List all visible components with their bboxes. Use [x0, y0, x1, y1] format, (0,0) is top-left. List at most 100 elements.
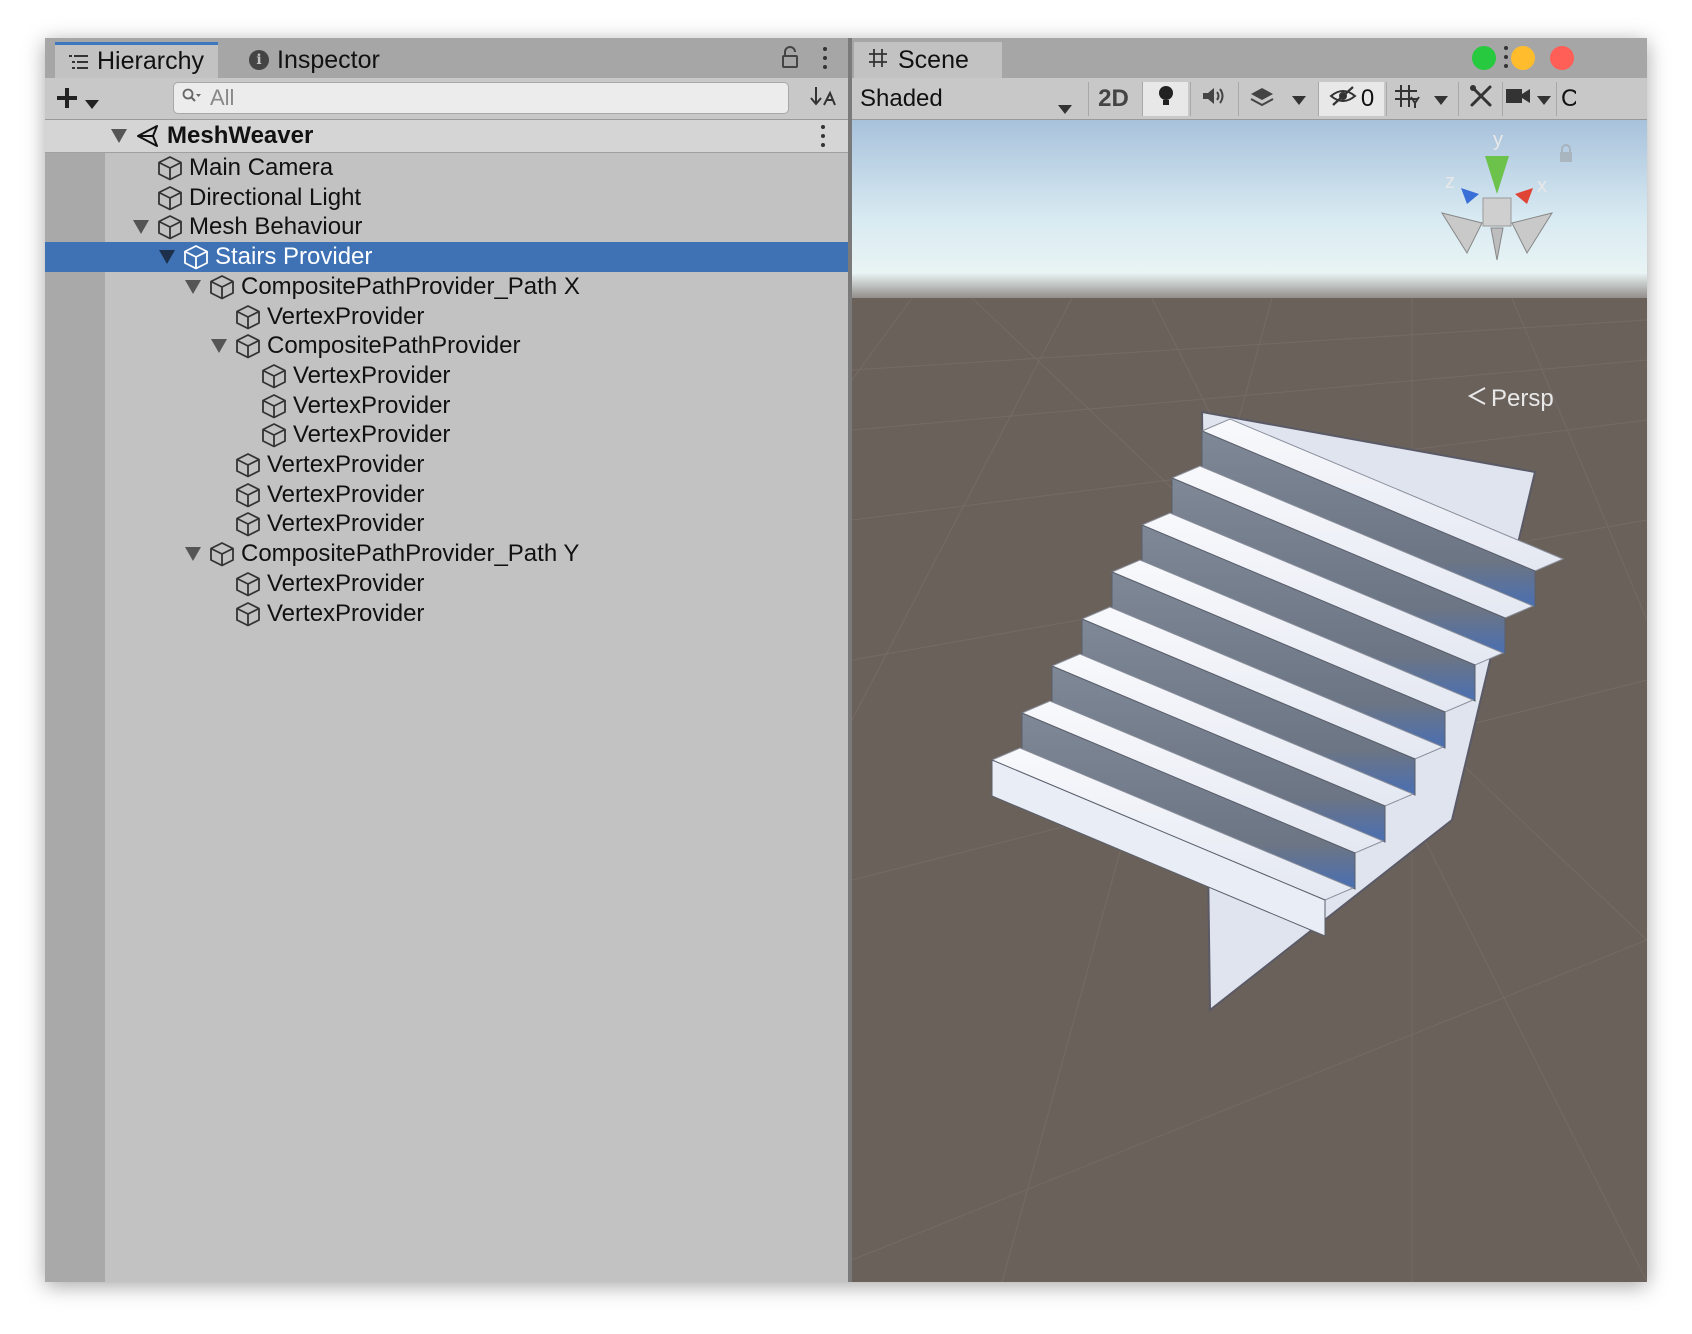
hierarchy-item-label: VertexProvider [293, 421, 451, 449]
maximize-button[interactable] [1472, 46, 1496, 70]
unity-editor-window: Hierarchy i Inspector All MeshWeaver Mai… [45, 38, 1647, 1282]
hierarchy-item[interactable]: CompositePathProvider_Path Y [45, 539, 848, 569]
hierarchy-item-label: Mesh Behaviour [189, 213, 363, 241]
scene-toolbar: Shaded 2D 0 [852, 78, 1647, 120]
hierarchy-item-label: CompositePathProvider [267, 332, 521, 360]
gizmos-label: C [1561, 85, 1576, 113]
hierarchy-item-label: VertexProvider [293, 361, 451, 389]
hierarchy-item[interactable]: Directional Light [45, 183, 848, 213]
chevron-down-icon [1292, 85, 1306, 113]
toggle-2d-label: 2D [1098, 85, 1129, 112]
close-button[interactable] [1550, 46, 1574, 70]
hierarchy-search[interactable] [173, 82, 789, 114]
scene-viewport[interactable]: y x z Persp [852, 120, 1647, 1282]
gameobject-cube-icon [235, 571, 261, 597]
hierarchy-item[interactable]: Mesh Behaviour [45, 212, 848, 242]
gameobject-cube-icon [157, 214, 183, 240]
expand-arrow-icon[interactable] [109, 126, 129, 146]
expand-arrow-icon[interactable] [131, 217, 151, 237]
projection-toggle[interactable]: Persp [1467, 385, 1554, 413]
gameobject-cube-icon [261, 363, 287, 389]
gameobject-cube-icon [235, 601, 261, 627]
hierarchy-item[interactable]: VertexProvider [45, 361, 848, 391]
gameobject-cube-icon [209, 541, 235, 567]
hierarchy-item-label: VertexProvider [267, 510, 425, 538]
hierarchy-item[interactable]: VertexProvider [45, 599, 848, 629]
gameobject-cube-icon [235, 304, 261, 330]
hierarchy-item[interactable]: VertexProvider [45, 420, 848, 450]
eye-slash-icon [1329, 85, 1357, 114]
gameobject-cube-icon [261, 393, 287, 419]
wrench-cross-icon [1468, 83, 1494, 116]
hierarchy-item[interactable]: CompositePathProvider [45, 331, 848, 361]
scene-root-row[interactable]: MeshWeaver [45, 120, 848, 153]
lighting-toggle[interactable] [1142, 82, 1188, 116]
gameobject-cube-icon [183, 244, 209, 270]
grid-dropdown[interactable] [1426, 82, 1456, 116]
gameobject-cube-icon [209, 274, 235, 300]
gizmo-z-label: z [1445, 171, 1455, 193]
hierarchy-item[interactable]: VertexProvider [45, 480, 848, 510]
hierarchy-item-label: Main Camera [189, 154, 334, 181]
create-button[interactable] [55, 82, 113, 116]
hidden-count: 0 [1360, 85, 1375, 112]
tab-scene[interactable]: Scene [854, 42, 1002, 78]
chevron-left-icon [1467, 385, 1487, 413]
projection-label: Persp [1491, 385, 1554, 412]
hierarchy-tree: Main Camera Directional Light Mesh Behavio… [45, 153, 848, 1282]
hidden-objects-toggle[interactable]: 0 [1318, 82, 1384, 116]
tab-inspector[interactable]: i Inspector [235, 42, 394, 78]
tools-toggle[interactable] [1458, 82, 1502, 116]
gameobject-cube-icon [235, 452, 261, 478]
camera-settings-dropdown[interactable] [1502, 82, 1552, 116]
skybox [852, 120, 1647, 300]
hierarchy-item-label: VertexProvider [267, 480, 425, 508]
expand-arrow-icon[interactable] [183, 544, 203, 564]
hierarchy-item[interactable]: VertexProvider [45, 509, 848, 539]
hierarchy-item[interactable]: Main Camera [45, 153, 848, 183]
expand-arrow-icon[interactable] [157, 247, 177, 267]
toggle-2d-button[interactable]: 2D [1088, 82, 1138, 116]
tab-scene-label: Scene [898, 45, 969, 74]
scene-menu-icon[interactable] [1503, 46, 1509, 68]
gameobject-cube-icon [235, 333, 261, 359]
audio-toggle[interactable] [1190, 82, 1236, 116]
hierarchy-item[interactable]: VertexProvider [45, 450, 848, 480]
gameobject-cube-icon [157, 155, 183, 181]
hierarchy-item[interactable]: VertexProvider [45, 302, 848, 332]
effects-toggle[interactable] [1238, 82, 1284, 116]
grid-snap-toggle[interactable] [1386, 82, 1426, 116]
tab-hierarchy[interactable]: Hierarchy [55, 42, 218, 78]
list-icon [69, 52, 89, 72]
grid-icon [868, 46, 888, 75]
hierarchy-item[interactable]: Stairs Provider [45, 242, 848, 273]
hierarchy-item-label: VertexProvider [267, 451, 425, 478]
hierarchy-item-label: VertexProvider [293, 391, 451, 419]
search-icon [182, 88, 202, 109]
hierarchy-item[interactable]: VertexProvider [45, 391, 848, 421]
chevron-down-icon [1058, 94, 1072, 122]
expand-arrow-icon[interactable] [209, 336, 229, 356]
hierarchy-item-label: VertexProvider [267, 569, 425, 597]
hierarchy-item[interactable]: VertexProvider [45, 569, 848, 599]
chevron-down-icon [85, 81, 99, 118]
lightbulb-icon [1157, 84, 1175, 115]
chevron-down-icon [1536, 85, 1551, 113]
shading-mode-dropdown[interactable]: Shaded [852, 82, 1086, 116]
info-icon: i [249, 50, 269, 70]
hierarchy-item[interactable]: CompositePathProvider_Path X [45, 272, 848, 302]
sort-icon [808, 83, 836, 116]
gizmos-button[interactable]: C [1556, 82, 1576, 116]
expand-arrow-icon[interactable] [183, 277, 203, 297]
sort-button[interactable] [805, 84, 839, 114]
scene-tabbar: Scene [852, 38, 1647, 78]
minimize-button[interactable] [1511, 46, 1535, 70]
search-input[interactable] [210, 85, 770, 111]
tab-inspector-label: Inspector [277, 45, 380, 74]
hierarchy-item-label: VertexProvider [267, 302, 425, 330]
effects-dropdown[interactable] [1284, 82, 1314, 116]
camera-icon [1505, 85, 1531, 113]
scene-menu-icon[interactable] [820, 125, 826, 147]
hierarchy-menu-icon[interactable] [822, 47, 828, 69]
lock-icon[interactable] [780, 46, 800, 70]
